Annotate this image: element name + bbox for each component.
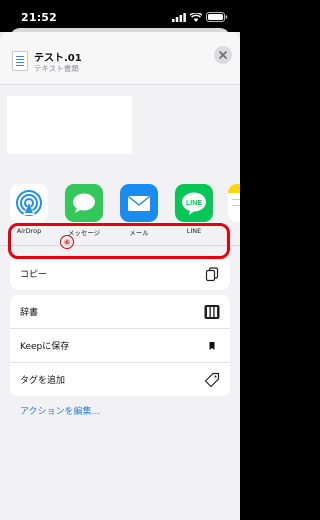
share-sheet: テスト.01 テキスト書類 AirDrop メッセージ メール LINE LIN… <box>0 32 240 520</box>
dictionary-label: 辞書 <box>20 308 39 318</box>
close-icon <box>219 51 227 59</box>
line-icon: LINE <box>175 184 213 222</box>
wifi-icon <box>190 12 202 22</box>
step-badge: ⑥ <box>60 235 74 249</box>
add-tag-action[interactable]: タグを追加 <box>10 362 230 396</box>
file-kind: テキスト書類 <box>34 64 79 73</box>
airdrop-icon <box>10 184 48 222</box>
app-notes-partial[interactable] <box>228 184 240 222</box>
dictionary-action[interactable]: 辞書 <box>10 295 230 328</box>
copy-icon <box>205 267 219 282</box>
sheet-header: テスト.01 テキスト書類 <box>0 32 240 85</box>
notes-icon <box>228 184 240 222</box>
add-tag-label: タグを追加 <box>20 376 66 386</box>
text-document-icon <box>12 51 28 71</box>
copy-label: コピー <box>20 270 48 280</box>
mail-icon <box>120 184 158 222</box>
document-preview <box>7 96 132 154</box>
action-list: 辞書 Keepに保存 タグを追加 <box>10 295 230 396</box>
bookmark-icon <box>209 342 215 350</box>
close-button[interactable] <box>214 46 232 64</box>
battery-icon <box>206 12 228 22</box>
copy-action[interactable]: コピー <box>10 257 230 290</box>
copy-highlight-frame <box>8 223 230 259</box>
share-sheet-screen: 21:52 テスト.01 テキスト書類 AirDrop メッセージ メール LI… <box>0 0 240 520</box>
copy-action-group: コピー <box>10 257 230 290</box>
keep-label: Keepに保存 <box>20 342 70 352</box>
edit-actions-link[interactable]: アクションを編集... <box>20 404 100 417</box>
file-name: テスト.01 <box>34 53 82 64</box>
keep-action[interactable]: Keepに保存 <box>10 328 230 362</box>
signal-icon <box>172 12 186 22</box>
svg-text:LINE: LINE <box>186 200 202 207</box>
status-icons <box>172 12 228 22</box>
dictionary-icon <box>204 305 220 319</box>
tag-icon <box>204 372 220 388</box>
status-time: 21:52 <box>21 11 58 24</box>
messages-icon <box>65 184 103 222</box>
